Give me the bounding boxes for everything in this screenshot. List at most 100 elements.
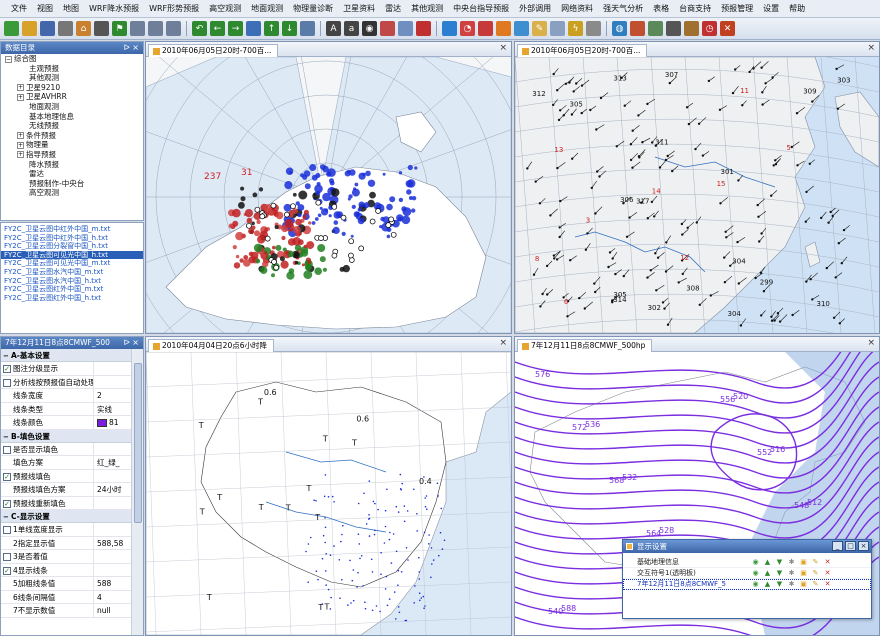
save-icon[interactable] [40,21,55,36]
visibility-icon[interactable]: ◉ [751,580,760,589]
menu-item[interactable]: 外部调用 [514,0,556,17]
menu-item[interactable]: 表格 [648,0,674,17]
maximize-icon[interactable]: □ [845,541,856,551]
tree-item[interactable]: − 综合图 [1,54,143,64]
tree-item[interactable]: 其他观测 [1,73,143,83]
move-up-icon[interactable]: ▲ [763,580,772,589]
image-icon[interactable] [398,21,413,36]
property-value[interactable] [93,442,132,455]
property-value[interactable]: 实线 [93,402,132,415]
menu-item[interactable]: WRF降水预报 [84,0,144,17]
property-row[interactable]: 5加粗线条值 588 [1,577,132,591]
globe-icon[interactable]: ◍ [612,21,627,36]
minimize-icon[interactable]: _ [832,541,843,551]
print-icon[interactable] [58,21,73,36]
menu-item[interactable]: 其他观测 [406,0,448,17]
menu-item[interactable]: WRF形势预报 [144,0,204,17]
property-value[interactable] [93,496,132,509]
menu-item[interactable]: 帮助 [784,0,810,17]
property-row[interactable]: 是否显示填色 [1,442,132,456]
menu-item[interactable]: 预报管理 [716,0,758,17]
checkbox[interactable]: ✓ [3,472,11,481]
move-down-icon[interactable]: ▼ [775,569,784,578]
map-window-1-tab[interactable]: 2010年06月05日20时-700百... [148,44,279,57]
menu-item[interactable]: 台商支持 [674,0,716,17]
pin-close-icon[interactable]: ᐅ × [124,42,139,54]
property-value[interactable] [93,563,132,576]
menu-item[interactable]: 物理量诊断 [288,0,338,17]
checkbox[interactable] [3,526,11,534]
visibility-icon[interactable]: ◉ [751,569,760,578]
property-row[interactable]: ✓ 图注分级显示 [1,362,132,376]
lock-icon[interactable]: ▣ [799,580,808,589]
property-value[interactable]: 81 [93,416,132,429]
tools-icon[interactable]: ✱ [787,569,796,578]
property-row[interactable]: ✓ 4显示线条 [1,563,132,577]
mail-icon[interactable] [380,21,395,36]
menu-item[interactable]: 中央台指导预报 [448,0,514,17]
tree-item[interactable]: + 卫星9210 [1,83,143,93]
property-row[interactable]: 2指定显示值 588,58 [1,536,132,550]
property-value[interactable] [93,523,132,536]
property-section[interactable]: − A-基本设置 [1,349,132,362]
scale-icon[interactable] [586,21,601,36]
scrollbar-thumb[interactable] [134,363,142,523]
visibility-icon[interactable]: ◉ [751,558,760,567]
expand-icon[interactable]: + [17,141,24,149]
new-icon[interactable] [4,21,19,36]
grid-icon[interactable] [130,21,145,36]
property-row[interactable]: 7不显示数值 null [1,604,132,618]
property-value[interactable]: null [93,604,132,617]
wind-icon[interactable] [514,21,529,36]
note-icon[interactable]: ✎ [532,21,547,36]
property-row[interactable]: 预报线填色方案 24小时 [1,483,132,497]
doc-icon[interactable] [246,21,261,36]
expand-icon[interactable]: + [17,93,24,101]
property-section[interactable]: − C-显示设置 [1,510,132,523]
forward-icon[interactable]: → [228,21,243,36]
tree-item[interactable]: 降水预报 [1,160,143,170]
tree-item[interactable]: + 卫星AVHRR [1,92,143,102]
property-value[interactable] [93,469,132,482]
move-up-icon[interactable]: ▲ [763,558,772,567]
close-icon[interactable]: × [858,541,869,551]
tools-icon[interactable]: ✱ [787,558,796,567]
lightning-icon[interactable]: ϟ [568,21,583,36]
tree-item[interactable]: 预报制作-中央台 [1,179,143,189]
checkbox[interactable] [3,553,11,561]
tree-item[interactable]: 无线预报 [1,121,143,131]
flag-icon[interactable]: ⚑ [112,21,127,36]
back-icon[interactable]: ← [210,21,225,36]
chart-icon[interactable] [630,21,645,36]
cloud-icon[interactable] [550,21,565,36]
property-row[interactable]: ✓ 预报线重新填色 [1,496,132,510]
move-down-icon[interactable]: ▼ [775,558,784,567]
file-list-item[interactable]: FY2C_卫星云图红外中国_h.txt [1,294,143,303]
map-window-3-tab[interactable]: 2010年04月04日20点6小时降 [148,339,274,352]
map-canvas-3[interactable]: 0.60.60.4TTTTTTTTTTTT T [146,352,511,635]
arrow-up-icon[interactable] [496,21,511,36]
menu-item[interactable]: 地面观测 [246,0,288,17]
clock-icon[interactable]: ◷ [702,21,717,36]
property-value[interactable]: 588 [93,577,132,590]
eye-icon[interactable]: ◉ [362,21,377,36]
menu-item[interactable]: 视图 [32,0,58,17]
map-canvas-2[interactable]: 3023043052993133053063103073113093081412… [515,57,879,333]
menu-item[interactable]: 强天气分析 [598,0,648,17]
expand-icon[interactable]: + [17,84,24,92]
menu-item[interactable]: 高空观测 [204,0,246,17]
color-swatch[interactable] [97,419,107,427]
home-icon[interactable]: ⌂ [76,21,91,36]
font-small-icon[interactable]: a [344,21,359,36]
export-icon[interactable] [300,21,315,36]
menu-item[interactable]: 网络资料 [556,0,598,17]
tree-item[interactable]: 高空观测 [1,188,143,198]
property-value[interactable]: 4 [93,590,132,603]
tree-item[interactable]: 基本地理信息 [1,112,143,122]
property-scrollbar[interactable] [131,349,143,635]
down-icon[interactable]: ↓ [282,21,297,36]
expand-icon[interactable]: + [17,132,24,140]
checkbox[interactable]: ✓ [3,499,11,508]
property-row[interactable]: 填色方案 红_绿_ [1,456,132,470]
property-value[interactable] [93,362,132,375]
